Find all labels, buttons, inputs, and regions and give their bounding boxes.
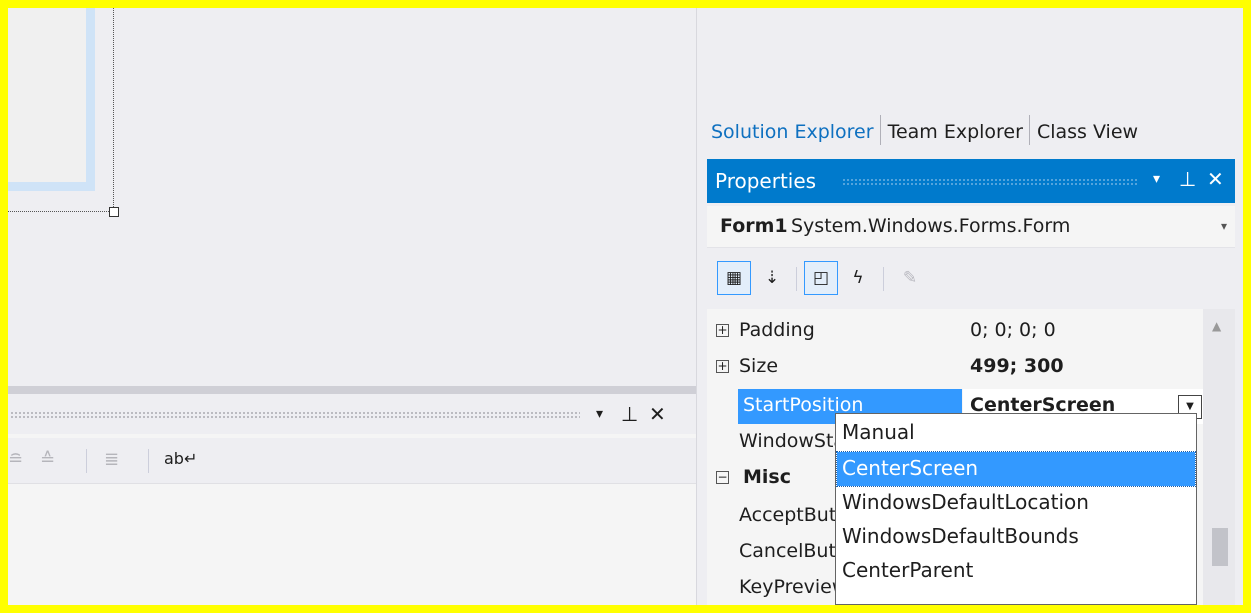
property-row-size[interactable]: + Size 499; 300 <box>707 350 1203 386</box>
window-menu-icon[interactable]: ▾ <box>1153 171 1160 187</box>
tab-team-explorer[interactable]: Team Explorer <box>881 115 1030 145</box>
property-name: KeyPreview <box>739 576 839 598</box>
tab-solution-explorer[interactable]: Solution Explorer <box>704 115 881 145</box>
option-manual[interactable]: Manual <box>837 416 1195 450</box>
selection-border-right <box>113 8 114 211</box>
category-name: Misc <box>743 466 791 488</box>
bottom-panel-titlebar: ▾ ⊥ ✕ <box>8 394 696 434</box>
categorized-icon[interactable]: ▦ <box>717 261 751 295</box>
close-icon[interactable]: ✕ <box>649 402 666 426</box>
tab-class-view[interactable]: Class View <box>1030 115 1144 145</box>
toolbar-separator <box>883 267 884 291</box>
property-grid-scrollbar[interactable]: ▲ <box>1203 309 1235 605</box>
panel-splitter[interactable] <box>8 386 696 394</box>
property-name: Padding <box>739 319 815 341</box>
object-selector[interactable]: Form1 System.Windows.Forms.Form ▾ <box>707 206 1235 248</box>
form-designer[interactable] <box>8 8 696 386</box>
word-wrap-icon[interactable]: ab↵ <box>164 449 197 468</box>
toolbar-separator <box>148 449 149 473</box>
option-centerscreen[interactable]: CenterScreen <box>836 451 1196 487</box>
properties-toolbar: ▦ ⇣ ◰ ϟ ✎ <box>707 251 1235 307</box>
bottom-panel-toolbar: ≘ ≙ ≣ ab↵ <box>8 438 696 484</box>
events-icon[interactable]: ϟ <box>841 261 875 295</box>
titlebar-grip[interactable] <box>842 178 1137 185</box>
collapse-icon[interactable]: − <box>716 471 729 484</box>
bottom-panel-content[interactable] <box>8 485 696 605</box>
property-row-padding[interactable]: + Padding 0; 0; 0; 0 <box>707 314 1203 350</box>
expand-icon[interactable]: + <box>716 360 729 373</box>
align-right-icon[interactable]: ≙ <box>40 449 55 470</box>
option-windowsdefaultbounds[interactable]: WindowsDefaultBounds <box>837 520 1195 554</box>
tool-tabs: Solution Explorer Team Explorer Class Vi… <box>704 111 1144 149</box>
property-pages-icon[interactable]: ✎ <box>893 261 927 295</box>
properties-titlebar: Properties ▾ ⊥ ✕ <box>707 159 1235 203</box>
option-windowsdefaultlocation[interactable]: WindowsDefaultLocation <box>837 486 1195 520</box>
object-type: System.Windows.Forms.Form <box>791 215 1071 237</box>
resize-handle[interactable] <box>109 207 119 217</box>
chevron-down-icon[interactable]: ▾ <box>1221 219 1227 233</box>
expand-icon[interactable]: + <box>716 324 729 337</box>
properties-icon[interactable]: ◰ <box>804 261 838 295</box>
vertical-splitter[interactable] <box>696 8 704 605</box>
align-left-icon[interactable]: ≘ <box>8 449 23 470</box>
titlebar-grip[interactable] <box>10 411 580 418</box>
pin-icon[interactable]: ⊥ <box>1179 167 1196 191</box>
scroll-up-icon[interactable]: ▲ <box>1212 319 1221 333</box>
property-value[interactable]: 499; 300 <box>970 355 1064 377</box>
outdent-icon[interactable]: ≣ <box>104 449 119 470</box>
property-name: AcceptButton <box>739 504 839 526</box>
pin-icon[interactable]: ⊥ <box>621 402 638 426</box>
form-canvas[interactable] <box>8 8 95 191</box>
scrollbar-thumb[interactable] <box>1212 528 1228 566</box>
window-menu-icon[interactable]: ▾ <box>596 406 603 422</box>
toolbar-separator <box>86 449 87 473</box>
option-centerparent[interactable]: CenterParent <box>837 554 1195 588</box>
bottom-panel: ▾ ⊥ ✕ ≘ ≙ ≣ ab↵ <box>8 394 696 605</box>
startposition-dropdown-list: Manual CenterScreen WindowsDefaultLocati… <box>835 413 1197 605</box>
properties-title: Properties <box>715 169 817 193</box>
property-name: Size <box>739 355 779 377</box>
alphabetical-icon[interactable]: ⇣ <box>755 261 789 295</box>
property-name: CancelButton <box>739 540 839 562</box>
object-name: Form1 <box>720 215 788 237</box>
selection-border-bottom <box>8 211 113 212</box>
property-name: WindowState <box>739 430 839 452</box>
toolbar-separator <box>796 267 797 291</box>
property-value[interactable]: 0; 0; 0; 0 <box>970 319 1056 341</box>
close-icon[interactable]: ✕ <box>1207 167 1224 191</box>
